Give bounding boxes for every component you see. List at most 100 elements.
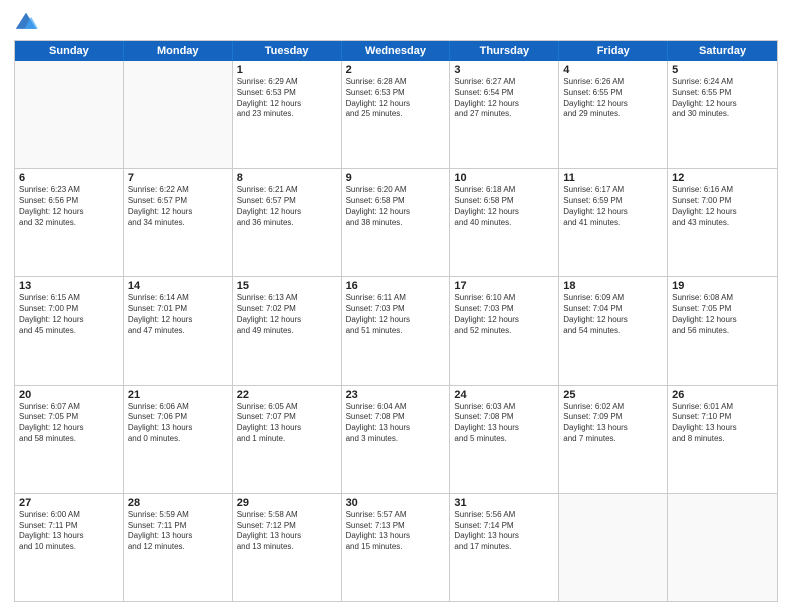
day-info-text: Sunrise: 6:21 AM Sunset: 6:57 PM Dayligh… [237, 185, 337, 228]
day-number: 27 [19, 497, 119, 509]
day-info-text: Sunrise: 6:10 AM Sunset: 7:03 PM Dayligh… [454, 293, 554, 336]
weekday-header-tuesday: Tuesday [233, 41, 342, 61]
day-info-text: Sunrise: 6:01 AM Sunset: 7:10 PM Dayligh… [672, 402, 773, 445]
calendar: SundayMondayTuesdayWednesdayThursdayFrid… [14, 40, 778, 602]
calendar-cell-day-18: 18Sunrise: 6:09 AM Sunset: 7:04 PM Dayli… [559, 277, 668, 384]
day-info-text: Sunrise: 6:00 AM Sunset: 7:11 PM Dayligh… [19, 510, 119, 553]
calendar-cell-empty [668, 494, 777, 601]
day-info-text: Sunrise: 6:14 AM Sunset: 7:01 PM Dayligh… [128, 293, 228, 336]
calendar-cell-day-4: 4Sunrise: 6:26 AM Sunset: 6:55 PM Daylig… [559, 61, 668, 168]
day-number: 16 [346, 280, 446, 292]
day-number: 22 [237, 389, 337, 401]
day-number: 26 [672, 389, 773, 401]
day-number: 29 [237, 497, 337, 509]
day-info-text: Sunrise: 6:29 AM Sunset: 6:53 PM Dayligh… [237, 77, 337, 120]
weekday-header-saturday: Saturday [668, 41, 777, 61]
calendar-cell-day-11: 11Sunrise: 6:17 AM Sunset: 6:59 PM Dayli… [559, 169, 668, 276]
calendar-cell-day-30: 30Sunrise: 5:57 AM Sunset: 7:13 PM Dayli… [342, 494, 451, 601]
day-info-text: Sunrise: 6:16 AM Sunset: 7:00 PM Dayligh… [672, 185, 773, 228]
logo-icon [14, 10, 38, 34]
day-number: 21 [128, 389, 228, 401]
calendar-row-0: 1Sunrise: 6:29 AM Sunset: 6:53 PM Daylig… [15, 61, 777, 168]
logo [14, 10, 42, 34]
day-info-text: Sunrise: 5:56 AM Sunset: 7:14 PM Dayligh… [454, 510, 554, 553]
day-info-text: Sunrise: 6:07 AM Sunset: 7:05 PM Dayligh… [19, 402, 119, 445]
calendar-cell-day-17: 17Sunrise: 6:10 AM Sunset: 7:03 PM Dayli… [450, 277, 559, 384]
calendar-cell-empty [559, 494, 668, 601]
day-number: 12 [672, 172, 773, 184]
calendar-cell-day-12: 12Sunrise: 6:16 AM Sunset: 7:00 PM Dayli… [668, 169, 777, 276]
calendar-cell-day-31: 31Sunrise: 5:56 AM Sunset: 7:14 PM Dayli… [450, 494, 559, 601]
calendar-cell-day-9: 9Sunrise: 6:20 AM Sunset: 6:58 PM Daylig… [342, 169, 451, 276]
day-info-text: Sunrise: 6:22 AM Sunset: 6:57 PM Dayligh… [128, 185, 228, 228]
day-info-text: Sunrise: 6:09 AM Sunset: 7:04 PM Dayligh… [563, 293, 663, 336]
calendar-cell-day-16: 16Sunrise: 6:11 AM Sunset: 7:03 PM Dayli… [342, 277, 451, 384]
calendar-cell-day-8: 8Sunrise: 6:21 AM Sunset: 6:57 PM Daylig… [233, 169, 342, 276]
calendar-cell-day-23: 23Sunrise: 6:04 AM Sunset: 7:08 PM Dayli… [342, 386, 451, 493]
calendar-cell-empty [15, 61, 124, 168]
day-number: 1 [237, 64, 337, 76]
page: SundayMondayTuesdayWednesdayThursdayFrid… [0, 0, 792, 612]
calendar-header: SundayMondayTuesdayWednesdayThursdayFrid… [15, 41, 777, 61]
day-number: 18 [563, 280, 663, 292]
day-info-text: Sunrise: 5:58 AM Sunset: 7:12 PM Dayligh… [237, 510, 337, 553]
day-number: 19 [672, 280, 773, 292]
day-info-text: Sunrise: 6:17 AM Sunset: 6:59 PM Dayligh… [563, 185, 663, 228]
day-info-text: Sunrise: 6:06 AM Sunset: 7:06 PM Dayligh… [128, 402, 228, 445]
calendar-cell-day-7: 7Sunrise: 6:22 AM Sunset: 6:57 PM Daylig… [124, 169, 233, 276]
day-info-text: Sunrise: 6:26 AM Sunset: 6:55 PM Dayligh… [563, 77, 663, 120]
calendar-cell-day-21: 21Sunrise: 6:06 AM Sunset: 7:06 PM Dayli… [124, 386, 233, 493]
calendar-cell-day-22: 22Sunrise: 6:05 AM Sunset: 7:07 PM Dayli… [233, 386, 342, 493]
day-number: 15 [237, 280, 337, 292]
calendar-cell-day-25: 25Sunrise: 6:02 AM Sunset: 7:09 PM Dayli… [559, 386, 668, 493]
calendar-cell-day-15: 15Sunrise: 6:13 AM Sunset: 7:02 PM Dayli… [233, 277, 342, 384]
calendar-cell-day-2: 2Sunrise: 6:28 AM Sunset: 6:53 PM Daylig… [342, 61, 451, 168]
calendar-row-1: 6Sunrise: 6:23 AM Sunset: 6:56 PM Daylig… [15, 168, 777, 276]
day-number: 11 [563, 172, 663, 184]
day-info-text: Sunrise: 6:02 AM Sunset: 7:09 PM Dayligh… [563, 402, 663, 445]
day-number: 31 [454, 497, 554, 509]
calendar-cell-day-1: 1Sunrise: 6:29 AM Sunset: 6:53 PM Daylig… [233, 61, 342, 168]
calendar-cell-day-6: 6Sunrise: 6:23 AM Sunset: 6:56 PM Daylig… [15, 169, 124, 276]
calendar-cell-day-14: 14Sunrise: 6:14 AM Sunset: 7:01 PM Dayli… [124, 277, 233, 384]
calendar-cell-day-3: 3Sunrise: 6:27 AM Sunset: 6:54 PM Daylig… [450, 61, 559, 168]
day-info-text: Sunrise: 6:03 AM Sunset: 7:08 PM Dayligh… [454, 402, 554, 445]
day-number: 5 [672, 64, 773, 76]
calendar-cell-day-20: 20Sunrise: 6:07 AM Sunset: 7:05 PM Dayli… [15, 386, 124, 493]
day-info-text: Sunrise: 6:18 AM Sunset: 6:58 PM Dayligh… [454, 185, 554, 228]
day-number: 24 [454, 389, 554, 401]
day-number: 8 [237, 172, 337, 184]
day-number: 7 [128, 172, 228, 184]
weekday-header-sunday: Sunday [15, 41, 124, 61]
weekday-header-friday: Friday [559, 41, 668, 61]
calendar-cell-day-19: 19Sunrise: 6:08 AM Sunset: 7:05 PM Dayli… [668, 277, 777, 384]
header [14, 10, 778, 34]
weekday-header-thursday: Thursday [450, 41, 559, 61]
day-number: 20 [19, 389, 119, 401]
calendar-cell-day-24: 24Sunrise: 6:03 AM Sunset: 7:08 PM Dayli… [450, 386, 559, 493]
day-number: 30 [346, 497, 446, 509]
day-number: 10 [454, 172, 554, 184]
calendar-cell-day-5: 5Sunrise: 6:24 AM Sunset: 6:55 PM Daylig… [668, 61, 777, 168]
calendar-cell-day-13: 13Sunrise: 6:15 AM Sunset: 7:00 PM Dayli… [15, 277, 124, 384]
day-info-text: Sunrise: 6:23 AM Sunset: 6:56 PM Dayligh… [19, 185, 119, 228]
day-info-text: Sunrise: 6:24 AM Sunset: 6:55 PM Dayligh… [672, 77, 773, 120]
day-info-text: Sunrise: 6:15 AM Sunset: 7:00 PM Dayligh… [19, 293, 119, 336]
calendar-row-4: 27Sunrise: 6:00 AM Sunset: 7:11 PM Dayli… [15, 493, 777, 601]
day-info-text: Sunrise: 6:04 AM Sunset: 7:08 PM Dayligh… [346, 402, 446, 445]
calendar-cell-day-28: 28Sunrise: 5:59 AM Sunset: 7:11 PM Dayli… [124, 494, 233, 601]
day-info-text: Sunrise: 6:08 AM Sunset: 7:05 PM Dayligh… [672, 293, 773, 336]
calendar-row-3: 20Sunrise: 6:07 AM Sunset: 7:05 PM Dayli… [15, 385, 777, 493]
day-number: 28 [128, 497, 228, 509]
day-info-text: Sunrise: 6:05 AM Sunset: 7:07 PM Dayligh… [237, 402, 337, 445]
day-number: 3 [454, 64, 554, 76]
weekday-header-monday: Monday [124, 41, 233, 61]
day-number: 4 [563, 64, 663, 76]
day-info-text: Sunrise: 6:20 AM Sunset: 6:58 PM Dayligh… [346, 185, 446, 228]
day-info-text: Sunrise: 5:57 AM Sunset: 7:13 PM Dayligh… [346, 510, 446, 553]
day-info-text: Sunrise: 6:13 AM Sunset: 7:02 PM Dayligh… [237, 293, 337, 336]
day-info-text: Sunrise: 6:11 AM Sunset: 7:03 PM Dayligh… [346, 293, 446, 336]
calendar-cell-day-26: 26Sunrise: 6:01 AM Sunset: 7:10 PM Dayli… [668, 386, 777, 493]
day-number: 2 [346, 64, 446, 76]
day-info-text: Sunrise: 6:27 AM Sunset: 6:54 PM Dayligh… [454, 77, 554, 120]
